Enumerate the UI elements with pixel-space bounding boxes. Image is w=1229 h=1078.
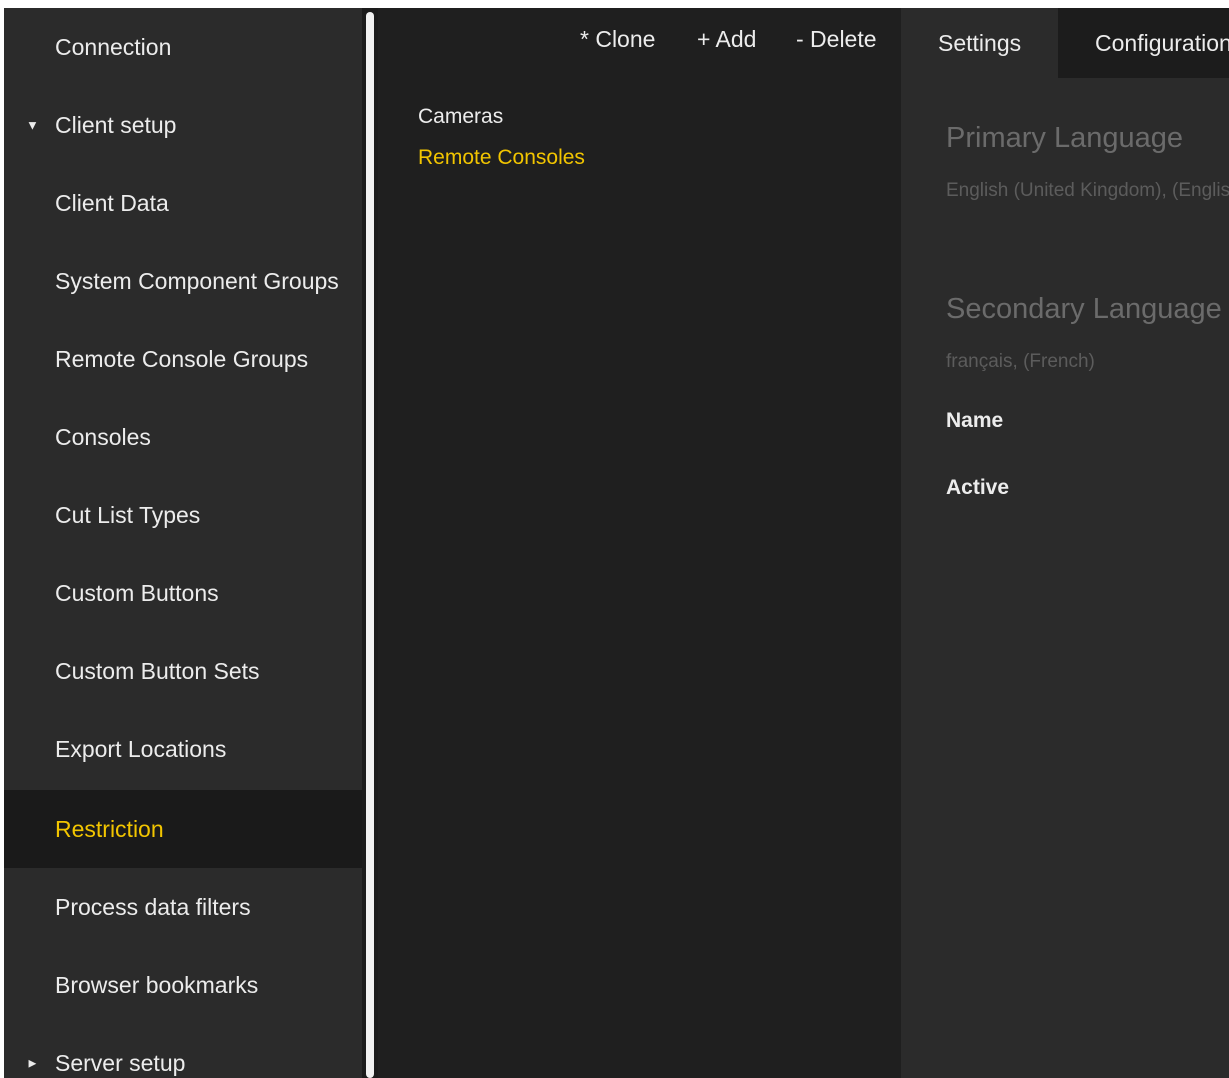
tab-configuration[interactable]: Configuration bbox=[1058, 8, 1229, 78]
app-window: Connection ▼ Client setup Client Data Sy… bbox=[4, 8, 1229, 1078]
sidebar-item-custom-buttons[interactable]: Custom Buttons bbox=[4, 554, 362, 632]
sidebar-item-client-setup[interactable]: ▼ Client setup bbox=[4, 86, 362, 164]
sidebar: Connection ▼ Client setup Client Data Sy… bbox=[4, 8, 362, 1078]
sidebar-item-label: Browser bookmarks bbox=[55, 971, 259, 998]
details-panel: Settings Configuration Primary Language … bbox=[901, 8, 1229, 1078]
sidebar-item-label: Custom Buttons bbox=[55, 579, 219, 606]
sidebar-item-consoles[interactable]: Consoles bbox=[4, 398, 362, 476]
sidebar-item-label: Cut List Types bbox=[55, 501, 201, 528]
collapse-caret-icon[interactable]: ► bbox=[26, 1056, 39, 1071]
expand-caret-icon[interactable]: ▼ bbox=[26, 118, 39, 133]
sidebar-item-remote-console-groups[interactable]: Remote Console Groups bbox=[4, 320, 362, 398]
sidebar-item-process-data-filters[interactable]: Process data filters bbox=[4, 868, 362, 946]
primary-language-title: Primary Language bbox=[946, 122, 1183, 154]
active-label: Active bbox=[946, 476, 1010, 499]
sidebar-item-label: Remote Console Groups bbox=[55, 345, 309, 372]
sidebar-item-export-locations[interactable]: Export Locations bbox=[4, 710, 362, 788]
sidebar-item-connection[interactable]: Connection bbox=[4, 8, 362, 86]
sidebar-item-label: Process data filters bbox=[55, 893, 251, 920]
sidebar-item-label: Client Data bbox=[55, 189, 169, 216]
sidebar-item-label: Consoles bbox=[55, 423, 151, 450]
sidebar-item-restriction[interactable]: Restriction bbox=[4, 790, 362, 868]
sidebar-item-label: Client setup bbox=[55, 111, 177, 138]
sidebar-item-cut-list-types[interactable]: Cut List Types bbox=[4, 476, 362, 554]
clone-button[interactable]: * Clone bbox=[580, 26, 655, 53]
primary-language-value[interactable]: English (United Kingdom), (English (Unit… bbox=[946, 180, 1229, 202]
sidebar-item-browser-bookmarks[interactable]: Browser bookmarks bbox=[4, 946, 362, 1024]
sidebar-item-client-data[interactable]: Client Data bbox=[4, 164, 362, 242]
item-list-panel: * Clone + Add - Delete Cameras Remote Co… bbox=[378, 8, 901, 1078]
delete-button[interactable]: - Delete bbox=[796, 26, 877, 53]
sidebar-item-custom-button-sets[interactable]: Custom Button Sets bbox=[4, 632, 362, 710]
sidebar-item-label: Server setup bbox=[55, 1049, 186, 1076]
sidebar-item-server-setup[interactable]: ► Server setup bbox=[4, 1024, 362, 1078]
sidebar-scrollbar-thumb[interactable] bbox=[366, 12, 374, 1078]
sidebar-item-label: Custom Button Sets bbox=[55, 657, 260, 684]
name-label: Name bbox=[946, 409, 1004, 432]
sidebar-item-label: System Component Groups bbox=[55, 267, 339, 294]
tab-settings[interactable]: Settings bbox=[901, 8, 1058, 78]
tab-label: Configuration bbox=[1095, 29, 1229, 56]
secondary-language-title: Secondary Language bbox=[946, 293, 1222, 325]
list-item-cameras[interactable]: Cameras bbox=[418, 105, 503, 129]
add-button[interactable]: + Add bbox=[697, 26, 756, 53]
sidebar-item-label: Connection bbox=[55, 33, 172, 60]
sidebar-item-label: Export Locations bbox=[55, 735, 227, 762]
list-item-remote-consoles[interactable]: Remote Consoles bbox=[418, 146, 585, 170]
sidebar-item-system-component-groups[interactable]: System Component Groups bbox=[4, 242, 362, 320]
secondary-language-value[interactable]: français, (French) bbox=[946, 351, 1095, 373]
sidebar-item-label: Restriction bbox=[55, 815, 164, 842]
tab-label: Settings bbox=[938, 29, 1022, 56]
